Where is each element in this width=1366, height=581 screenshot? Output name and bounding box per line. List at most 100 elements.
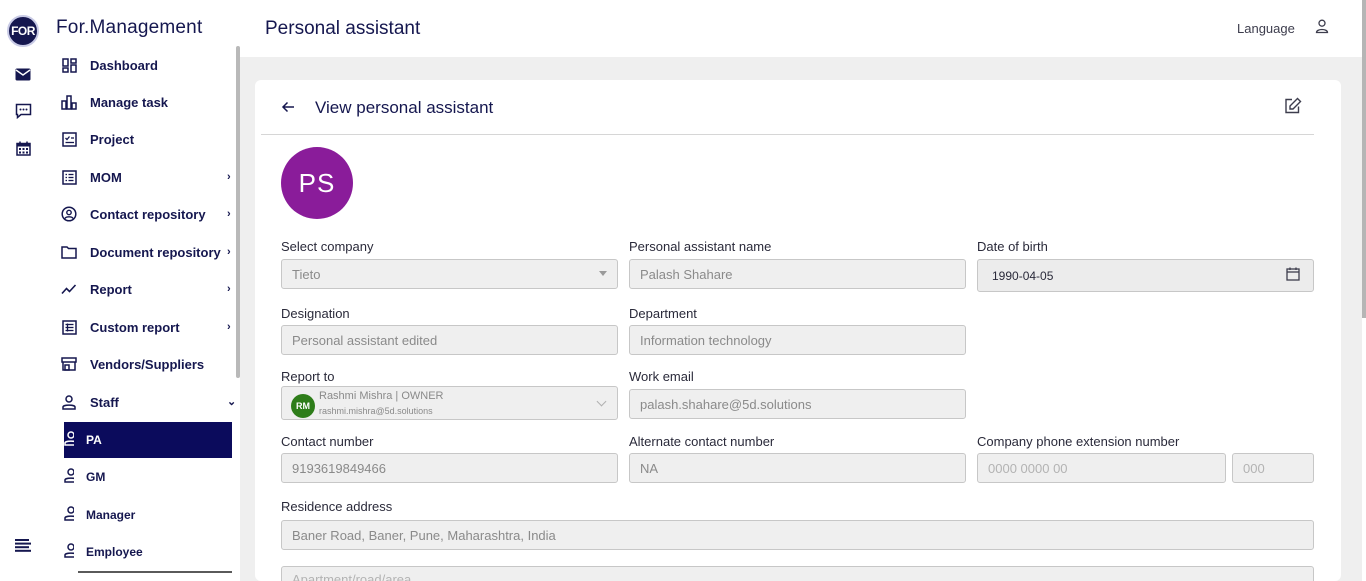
sidebar-item-contact-repository[interactable]: Contact repository › <box>46 196 236 232</box>
select-company-label: Select company <box>281 239 374 254</box>
person-icon <box>64 431 74 449</box>
alt-contact-field[interactable]: NA <box>629 453 966 483</box>
sidebar-item-staff[interactable]: Staff ⌄ <box>46 384 236 420</box>
report-to-dropdown[interactable]: RM Rashmi Mishra | OWNER rashmi.mishra@5… <box>281 386 618 420</box>
sidebar-item-label: Manage task <box>90 94 169 110</box>
work-email-value: palash.shahare@5d.solutions <box>640 396 812 412</box>
report-to-email: rashmi.mishra@5d.solutions <box>319 406 433 416</box>
sidebar: For.Management Dashboard Manage task Pro… <box>46 0 240 581</box>
sidebar-item-project[interactable]: Project <box>46 121 236 157</box>
sidebar-item-label: Contact repository <box>90 206 206 222</box>
page-title: Personal assistant <box>265 18 421 39</box>
apartment-field[interactable]: Apartment/road/area <box>281 566 1314 581</box>
sidebar-subitem-pa[interactable]: PA <box>64 422 232 458</box>
person-icon <box>64 468 74 486</box>
pa-name-label: Personal assistant name <box>629 239 772 254</box>
sidebar-item-label: Custom report <box>90 319 180 335</box>
card-title: View personal assistant <box>315 98 494 117</box>
sidebar-item-vendors-suppliers[interactable]: Vendors/Suppliers <box>46 346 236 382</box>
company-phone-placeholder: 0000 0000 00 <box>988 460 1068 476</box>
department-label: Department <box>629 306 697 321</box>
project-icon <box>60 130 78 148</box>
chat-icon[interactable] <box>13 101 33 121</box>
contact-number-value: 9193619849466 <box>292 460 386 476</box>
icon-rail: FOR <box>0 0 46 581</box>
language-selector[interactable]: Language <box>1237 21 1295 36</box>
designation-label: Designation <box>281 306 350 321</box>
sidebar-item-label: Staff <box>90 394 119 410</box>
report-to-label: Report to <box>281 369 335 384</box>
person-icon <box>64 543 74 561</box>
contact-icon <box>60 205 78 223</box>
calendar-icon[interactable] <box>13 138 33 158</box>
dob-field[interactable]: 1990-04-05 <box>977 259 1314 292</box>
sidebar-item-document-repository[interactable]: Document repository › <box>46 234 236 270</box>
sidebar-item-manage-task[interactable]: Manage task <box>46 84 236 120</box>
sidebar-subitem-gm[interactable]: GM <box>64 459 232 495</box>
contact-number-field[interactable]: 9193619849466 <box>281 453 618 483</box>
extension-field[interactable]: 000 <box>1232 453 1314 483</box>
edit-icon[interactable] <box>1284 97 1302 115</box>
company-phone-field[interactable]: 0000 0000 00 <box>977 453 1226 483</box>
pa-name-field[interactable]: Palash Shahare <box>629 259 966 289</box>
residence-address-field[interactable]: Baner Road, Baner, Pune, Maharashtra, In… <box>281 520 1314 550</box>
store-icon <box>60 355 78 373</box>
apartment-placeholder: Apartment/road/area <box>292 572 412 581</box>
sidebar-item-custom-report[interactable]: Custom report › <box>46 309 236 345</box>
table-icon <box>60 318 78 336</box>
sidebar-item-report[interactable]: Report › <box>46 271 236 307</box>
page-scrollbar[interactable] <box>1362 0 1366 318</box>
bar-chart-icon <box>60 93 78 111</box>
contact-number-label: Contact number <box>281 434 374 449</box>
calendar-icon[interactable] <box>1286 267 1300 281</box>
person-icon <box>64 506 74 524</box>
sidebar-subitem-label: GM <box>86 470 106 484</box>
sidebar-item-mom[interactable]: MOM › <box>46 159 236 195</box>
chevron-right-icon: › <box>227 321 231 333</box>
dropdown-arrow-icon <box>599 271 607 276</box>
select-company-dropdown[interactable]: Tieto <box>281 259 618 289</box>
chevron-down-icon: ⌄ <box>227 396 237 408</box>
sidebar-item-dashboard[interactable]: Dashboard <box>46 47 236 83</box>
card-divider <box>261 134 1314 135</box>
sidebar-item-label: Project <box>90 131 135 147</box>
dob-label: Date of birth <box>977 239 1048 254</box>
person-icon <box>60 393 78 411</box>
sidebar-divider <box>78 571 232 573</box>
designation-value: Personal assistant edited <box>292 332 438 348</box>
chevron-right-icon: › <box>227 208 231 220</box>
residence-label: Residence address <box>281 499 393 514</box>
chevron-right-icon: › <box>227 283 231 295</box>
work-email-label: Work email <box>629 369 694 384</box>
sidebar-item-label: Dashboard <box>90 57 158 73</box>
sidebar-subitem-label: PA <box>86 433 102 447</box>
alt-contact-label: Alternate contact number <box>629 434 775 449</box>
work-email-field[interactable]: palash.shahare@5d.solutions <box>629 389 966 419</box>
app-logo[interactable]: FOR <box>7 15 39 47</box>
sidebar-subitem-employee[interactable]: Employee <box>64 534 232 570</box>
mail-icon[interactable] <box>13 64 33 84</box>
sidebar-item-label: Vendors/Suppliers <box>90 356 205 372</box>
residence-value: Baner Road, Baner, Pune, Maharashtra, In… <box>292 527 556 543</box>
view-pa-card: View personal assistant PS Select compan… <box>255 80 1341 581</box>
top-header: Personal assistant Language <box>240 0 1362 57</box>
back-arrow-icon[interactable] <box>281 100 297 116</box>
avatar: RM <box>291 394 315 418</box>
extension-placeholder: 000 <box>1243 460 1265 476</box>
sidebar-item-label: Document repository <box>90 244 221 260</box>
brand-name: For.Management <box>56 17 203 38</box>
dashboard-icon <box>60 56 78 74</box>
select-company-value: Tieto <box>292 266 321 282</box>
chevron-down-icon <box>596 396 607 407</box>
trend-icon <box>60 280 78 298</box>
user-icon[interactable] <box>1315 19 1331 35</box>
sidebar-subitem-manager[interactable]: Manager <box>64 497 232 533</box>
sidebar-subitem-label: Employee <box>86 545 143 559</box>
department-value: Information technology <box>640 332 772 348</box>
designation-field[interactable]: Personal assistant edited <box>281 325 618 355</box>
chevron-right-icon: › <box>227 246 231 258</box>
sidebar-subitem-label: Manager <box>86 508 136 522</box>
menu-icon[interactable] <box>13 535 33 555</box>
sidebar-item-label: MOM <box>90 169 122 185</box>
department-field[interactable]: Information technology <box>629 325 966 355</box>
